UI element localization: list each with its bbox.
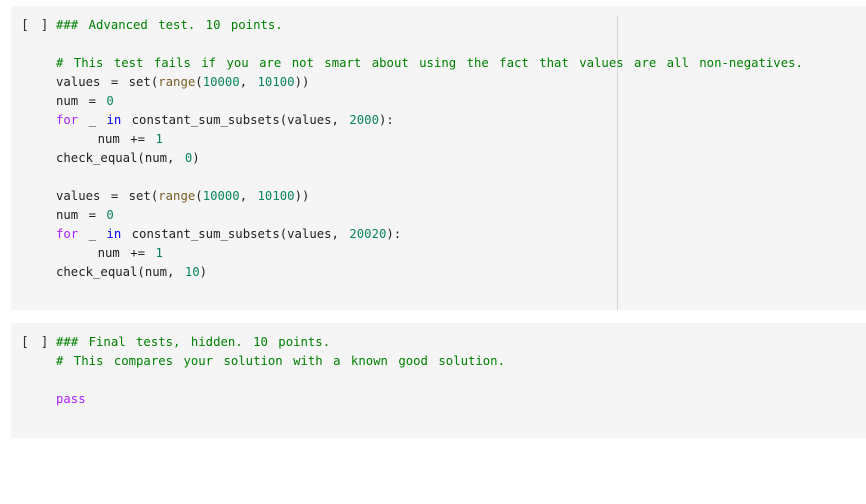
code-token: 10100 [257, 75, 295, 89]
code-token: num += [56, 246, 156, 260]
code-token: , [239, 189, 258, 203]
code-line: # This test fails if you are not smart a… [56, 54, 803, 73]
code-line: # This compares your solution with a kno… [56, 352, 505, 371]
code-token: num = [56, 94, 107, 108]
code-token: ( [195, 75, 203, 89]
code-editor[interactable]: ### Advanced test. 10 points. # This tes… [56, 16, 803, 282]
code-token: pass [56, 392, 86, 406]
code-line: num = 0 [56, 92, 803, 111]
code-line: num += 1 [56, 244, 803, 263]
code-token: ): [386, 227, 402, 241]
code-line: num += 1 [56, 130, 803, 149]
code-line: values = set(range(10000, 10100)) [56, 73, 803, 92]
code-token: 2000 [349, 113, 379, 127]
code-cell-final-tests[interactable]: [ ] ### Final tests, hidden. 10 points. #… [11, 323, 866, 438]
code-token: constant_sum_subsets(values, [121, 227, 350, 241]
code-cell-advanced-test[interactable]: [ ] ### Advanced test. 10 points. # This… [11, 6, 866, 310]
code-token: ( [195, 189, 203, 203]
code-token: for [56, 113, 79, 127]
code-token: 0 [106, 208, 114, 222]
code-token: ): [378, 113, 394, 127]
code-token: , [239, 75, 258, 89]
code-token: num = [56, 208, 107, 222]
code-token: 10000 [202, 189, 240, 203]
code-line: ### Advanced test. 10 points. [56, 16, 803, 35]
code-token: 20020 [349, 227, 387, 241]
code-token: constant_sum_subsets(values, [121, 113, 350, 127]
code-line: ### Final tests, hidden. 10 points. [56, 333, 505, 352]
code-token: 10000 [202, 75, 240, 89]
code-token: range [158, 75, 196, 89]
code-token: _ [78, 227, 107, 241]
code-token: check_equal(num, [56, 151, 185, 165]
code-token: range [158, 189, 196, 203]
code-line: check_equal(num, 0) [56, 149, 803, 168]
code-token: ### Advanced test. 10 points. [56, 18, 283, 32]
run-cell-button[interactable]: [ ] [21, 18, 50, 33]
code-line: check_equal(num, 10) [56, 263, 803, 282]
code-line: pass [56, 390, 505, 409]
code-token: values = set( [56, 75, 159, 89]
code-line: for _ in constant_sum_subsets(values, 20… [56, 111, 803, 130]
code-token: 1 [155, 246, 163, 260]
code-token: values = set( [56, 189, 159, 203]
code-token: # This test fails if you are not smart a… [56, 56, 803, 70]
code-token: check_equal(num, [56, 265, 185, 279]
code-token: 10100 [257, 189, 295, 203]
code-token: in [106, 113, 122, 127]
code-token: )) [294, 75, 310, 89]
code-token: 10 [184, 265, 200, 279]
code-token: for [56, 227, 79, 241]
code-token: # This compares your solution with a kno… [56, 354, 505, 368]
code-token: in [106, 227, 122, 241]
code-token: 1 [155, 132, 163, 146]
code-editor[interactable]: ### Final tests, hidden. 10 points. # Thi… [56, 333, 505, 409]
code-line: for _ in constant_sum_subsets(values, 20… [56, 225, 803, 244]
code-token: _ [78, 113, 107, 127]
code-token: )) [294, 189, 310, 203]
code-line: values = set(range(10000, 10100)) [56, 187, 803, 206]
code-token: ) [192, 151, 200, 165]
code-token: num += [56, 132, 156, 146]
code-token: 0 [106, 94, 114, 108]
code-line: num = 0 [56, 206, 803, 225]
code-token: ### Final tests, hidden. 10 points. [56, 335, 331, 349]
code-token: ) [199, 265, 208, 279]
run-cell-button[interactable]: [ ] [21, 335, 50, 350]
